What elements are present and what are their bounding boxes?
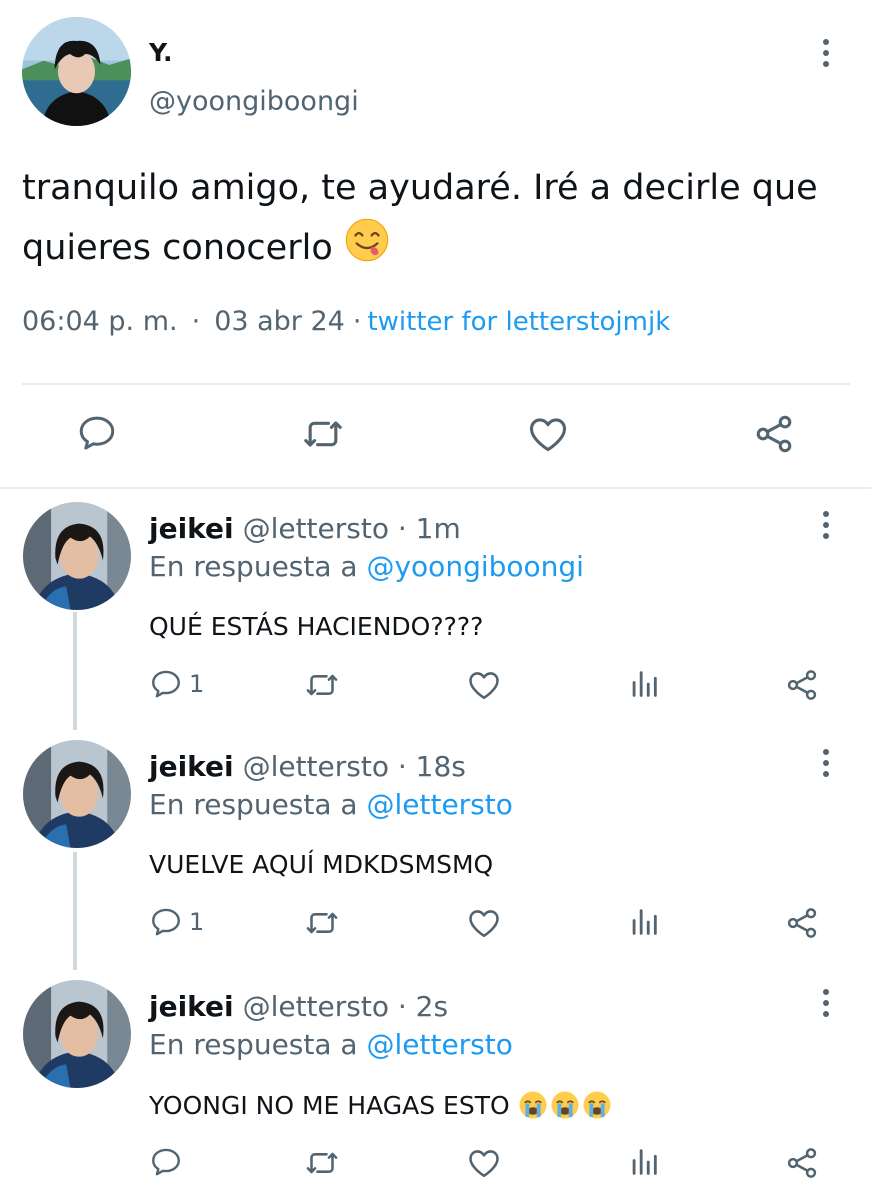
more-icon[interactable] <box>816 745 836 781</box>
reply-text: YOONGI NO ME HAGAS ESTO <box>149 1090 510 1120</box>
avatar-image <box>22 17 131 126</box>
reply-time: · 18s <box>397 750 466 783</box>
retweet-icon[interactable] <box>301 412 345 456</box>
reply-prefix: En respuesta a <box>149 788 358 821</box>
views-icon[interactable] <box>627 1145 661 1179</box>
retweet-icon[interactable] <box>304 905 340 941</box>
reply-button[interactable] <box>149 1145 189 1179</box>
tweet-time: 06:04 p. m. <box>22 306 178 337</box>
reply-button[interactable]: 1 <box>149 905 204 939</box>
reply-to-link[interactable]: @yoongiboongi <box>366 550 583 583</box>
reply-context: En respuesta a @lettersto <box>149 1028 513 1061</box>
reply-author-name[interactable]: jeikei <box>149 750 234 783</box>
crying-face-emoji <box>518 1090 612 1120</box>
reply-icon <box>149 667 183 701</box>
avatar-image <box>23 980 131 1088</box>
reply-icon <box>149 905 183 939</box>
avatar-image <box>23 740 131 848</box>
author-avatar[interactable] <box>22 17 131 126</box>
reply-avatar[interactable] <box>23 502 131 610</box>
divider <box>0 487 871 489</box>
reply-avatar[interactable] <box>23 740 131 848</box>
share-icon[interactable] <box>752 412 796 456</box>
yum-face-emoji <box>344 217 390 281</box>
reply-context: En respuesta a @lettersto <box>149 788 513 821</box>
reply-header: jeikei @lettersto · 2s <box>149 990 448 1023</box>
reply-actions: 1 <box>0 905 871 945</box>
reply-text: VUELVE AQUÍ MDKDSMSMQ <box>149 850 494 879</box>
reply-actions: 1 <box>0 667 871 707</box>
like-icon[interactable] <box>466 1145 502 1181</box>
reply-prefix: En respuesta a <box>149 550 358 583</box>
reply-author-handle[interactable]: @lettersto <box>243 750 389 783</box>
retweet-icon[interactable] <box>304 1145 340 1181</box>
reply-header: jeikei @lettersto · 1m <box>149 512 461 545</box>
reply-actions <box>0 1145 871 1185</box>
tweet-text: tranquilo amigo, te ayudaré. Iré a decir… <box>22 160 862 281</box>
reply-time: · 1m <box>397 512 461 545</box>
avatar-image <box>23 502 131 610</box>
views-icon[interactable] <box>627 667 661 701</box>
share-icon[interactable] <box>784 905 820 941</box>
like-icon[interactable] <box>526 412 570 456</box>
reply-author-handle[interactable]: @lettersto <box>243 990 389 1023</box>
author-handle[interactable]: @yoongiboongi <box>149 86 359 117</box>
reply-time: · 2s <box>397 990 449 1023</box>
reply-button[interactable]: 1 <box>149 667 204 701</box>
like-icon[interactable] <box>466 905 502 941</box>
reply-context: En respuesta a @yoongiboongi <box>149 550 584 583</box>
like-icon[interactable] <box>466 667 502 703</box>
reply-author-name[interactable]: jeikei <box>149 512 234 545</box>
tweet-actions <box>0 408 871 462</box>
reply-to-link[interactable]: @lettersto <box>366 1028 512 1061</box>
reply-count: 1 <box>189 670 205 698</box>
reply-text: QUÉ ESTÁS HACIENDO???? <box>149 612 484 641</box>
more-icon[interactable] <box>816 35 836 71</box>
reply-icon[interactable] <box>76 412 118 454</box>
reply-prefix: En respuesta a <box>149 1028 358 1061</box>
reply-header: jeikei @lettersto · 18s <box>149 750 466 783</box>
reply-author-name[interactable]: jeikei <box>149 990 234 1023</box>
divider <box>22 383 850 385</box>
reply-count: 1 <box>189 908 205 936</box>
retweet-icon[interactable] <box>304 667 340 703</box>
reply-to-link[interactable]: @lettersto <box>366 788 512 821</box>
reply-author-handle[interactable]: @lettersto <box>243 512 389 545</box>
more-icon[interactable] <box>816 985 836 1021</box>
meta-separator: · <box>191 306 201 337</box>
reply-avatar[interactable] <box>23 980 131 1088</box>
tweet-date: 03 abr 24 <box>214 306 345 337</box>
reply-icon <box>149 1145 183 1179</box>
share-icon[interactable] <box>784 667 820 703</box>
tweet-meta: 06:04 p. m. · 03 abr 24 · twitter for le… <box>22 306 670 337</box>
tweet-body: tranquilo amigo, te ayudaré. Iré a decir… <box>22 168 818 268</box>
author-name[interactable]: Y. <box>149 38 172 67</box>
share-icon[interactable] <box>784 1145 820 1181</box>
reply-text-row: YOONGI NO ME HAGAS ESTO <box>149 1090 612 1120</box>
meta-separator: · <box>352 306 362 337</box>
more-icon[interactable] <box>816 507 836 543</box>
tweet-source-link[interactable]: twitter for letterstojmjk <box>367 307 670 337</box>
views-icon[interactable] <box>627 905 661 939</box>
